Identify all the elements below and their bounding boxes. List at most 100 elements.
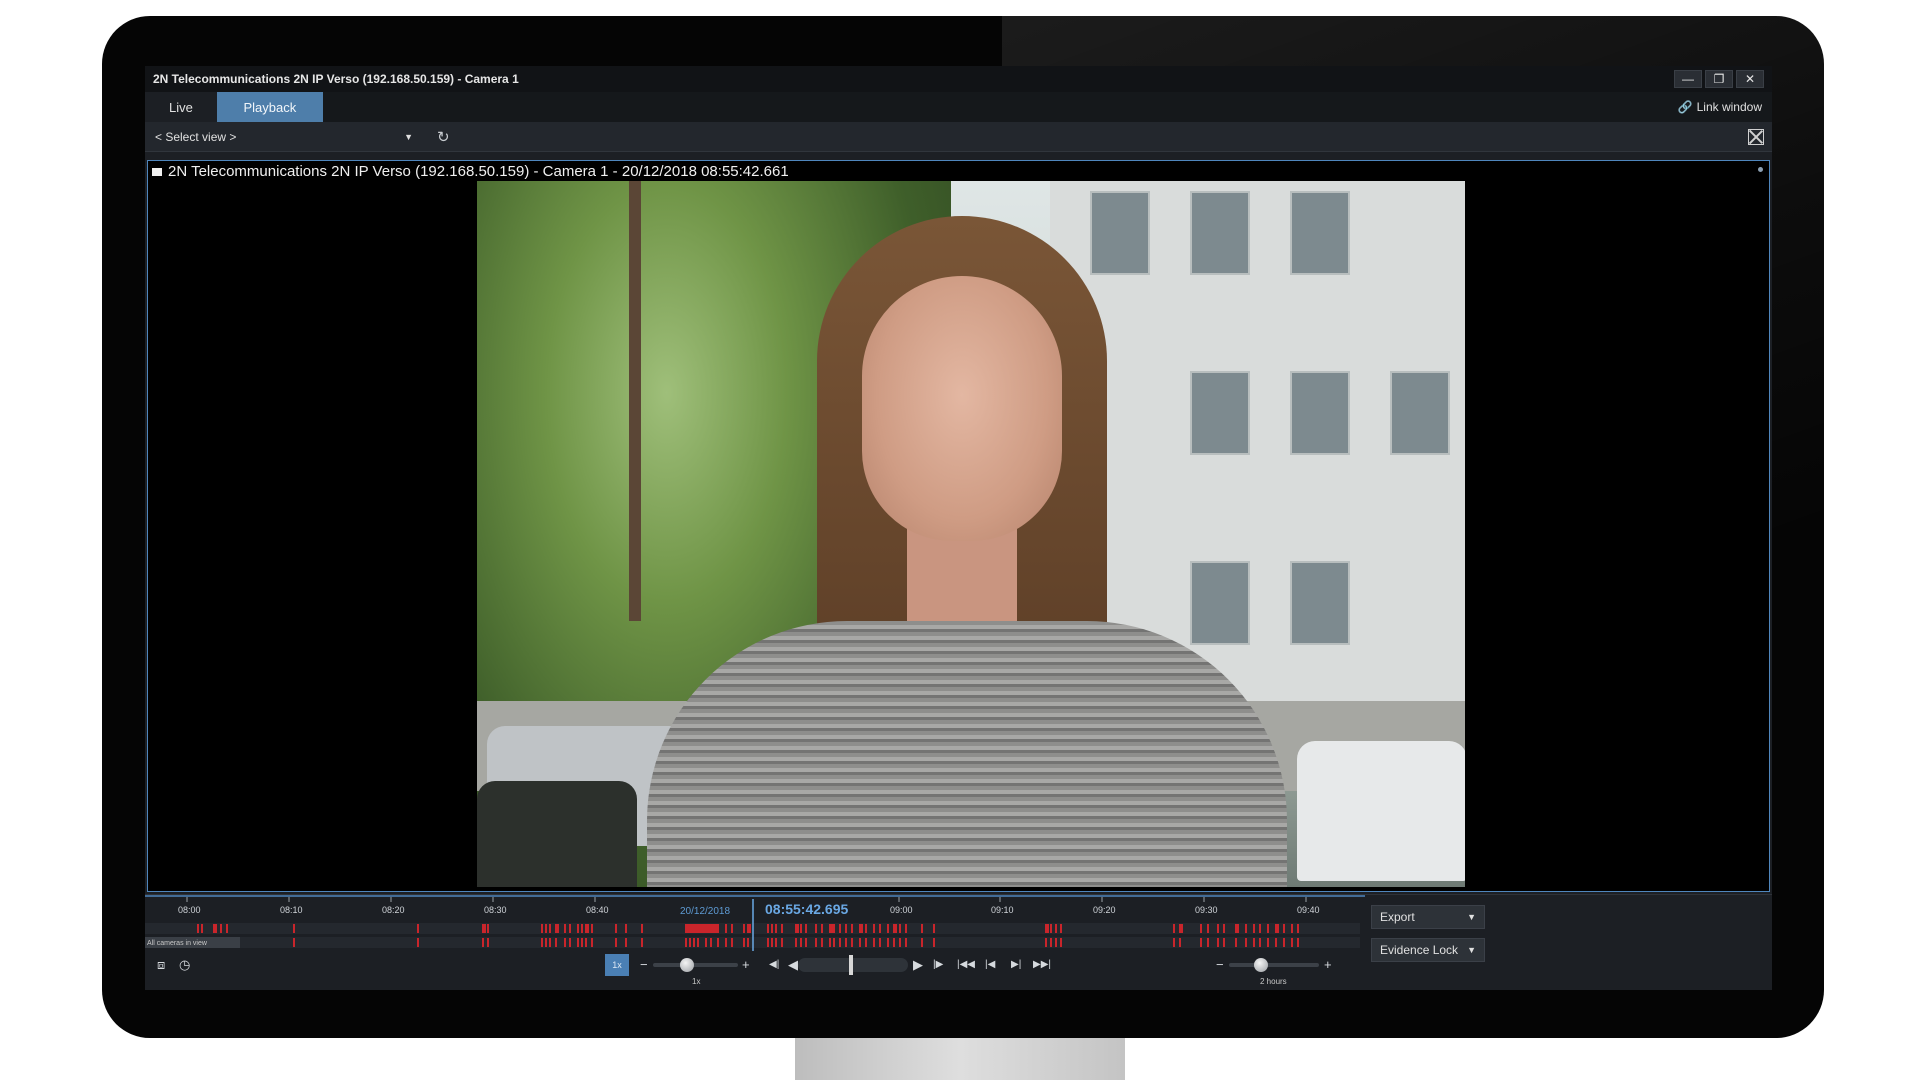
speed-slider[interactable]	[653, 963, 738, 967]
motion-event-mark	[815, 924, 817, 933]
motion-event-mark	[933, 938, 935, 947]
next-sequence-icon[interactable]: ▶▶|	[1033, 958, 1051, 972]
motion-event-mark	[800, 924, 802, 933]
step-back-icon[interactable]: ◀|	[769, 958, 779, 972]
motion-event-mark	[873, 938, 875, 947]
restore-button[interactable]: ❐	[1705, 70, 1733, 88]
zoom-slider-knob[interactable]	[1253, 958, 1268, 972]
motion-event-mark	[887, 924, 889, 933]
motion-event-mark	[781, 938, 783, 947]
timeline-tick-label: 09:30	[1195, 905, 1218, 915]
timeline-tick-label: 09:20	[1093, 905, 1116, 915]
select-view-dropdown[interactable]: < Select view > ▼	[151, 126, 417, 148]
motion-event-mark	[549, 938, 551, 947]
step-forward-icon[interactable]: |▶	[933, 958, 943, 972]
speed-slider-knob[interactable]	[680, 958, 694, 972]
motion-event-mark	[821, 924, 823, 933]
building-window	[1290, 371, 1351, 455]
motion-event-mark	[829, 938, 831, 947]
zoom-slider[interactable]	[1229, 963, 1319, 967]
building-window	[1390, 371, 1451, 455]
motion-event-mark	[879, 924, 881, 933]
motion-event-mark	[1235, 938, 1237, 947]
motion-event-mark	[805, 924, 807, 933]
fullscreen-icon[interactable]	[1748, 128, 1764, 145]
tab-bar: Live Playback 🔗 Link window	[145, 92, 1772, 122]
timeline-tick-label: 08:20	[382, 905, 405, 915]
motion-event-mark	[1245, 938, 1247, 947]
motion-event-mark	[1207, 938, 1209, 947]
link-window-button[interactable]: 🔗 Link window	[1678, 92, 1772, 122]
export-button[interactable]: Export ▼	[1371, 905, 1485, 929]
motion-event-mark	[564, 938, 566, 947]
export-frame-icon[interactable]: ⧈	[157, 958, 165, 972]
motion-event-mark	[921, 924, 923, 933]
scrub-thumb[interactable]	[849, 955, 853, 975]
motion-event-mark	[1297, 938, 1299, 947]
motion-event-mark	[710, 938, 712, 947]
scrub-control[interactable]	[798, 955, 908, 975]
timeline-tick-label: 09:40	[1297, 905, 1320, 915]
motion-event-mark	[641, 924, 643, 933]
clock-icon[interactable]: ◷	[179, 958, 190, 972]
tab-playback[interactable]: Playback	[216, 92, 323, 122]
motion-event-mark	[689, 924, 691, 933]
motion-event-mark	[417, 938, 419, 947]
video-pane[interactable]: 2N Telecommunications 2N IP Verso (192.1…	[147, 160, 1770, 892]
motion-event-mark	[625, 938, 627, 947]
motion-event-mark	[1050, 924, 1052, 933]
speed-plus-icon[interactable]: +	[742, 958, 750, 972]
motion-event-mark	[1200, 938, 1202, 947]
building-window	[1090, 191, 1151, 275]
motion-event-mark	[1055, 924, 1057, 933]
timeline-chart[interactable]: 08:00 08:10 08:20 08:30 08:40 09:00 09:10 09:20…	[145, 895, 1365, 990]
motion-event-mark	[1267, 924, 1269, 933]
zoom-minus-icon[interactable]: −	[1216, 958, 1224, 972]
motion-event-mark	[781, 924, 783, 933]
tab-live[interactable]: Live	[145, 92, 217, 122]
motion-event-mark	[220, 924, 222, 933]
motion-event-mark	[293, 938, 295, 947]
motion-event-mark	[725, 924, 727, 933]
motion-event-mark	[839, 924, 841, 933]
motion-event-mark	[743, 924, 745, 933]
motion-event-mark	[1207, 924, 1209, 933]
parked-car	[477, 781, 637, 887]
motion-event-mark	[482, 924, 486, 933]
motion-event-mark	[685, 924, 689, 933]
motion-event-mark	[833, 924, 835, 933]
tree-trunk	[629, 181, 641, 621]
building-window	[1290, 191, 1351, 275]
previous-event-icon[interactable]: |◀	[985, 958, 995, 972]
video-header-text: 2N Telecommunications 2N IP Verso (192.1…	[168, 163, 789, 180]
motion-event-mark	[697, 938, 699, 947]
motion-event-mark	[747, 938, 749, 947]
motion-event-mark	[1291, 938, 1293, 947]
motion-event-mark	[879, 938, 881, 947]
play-reverse-icon[interactable]: ◀	[788, 958, 798, 972]
motion-event-mark	[795, 924, 799, 933]
refresh-icon[interactable]: ↻	[437, 128, 450, 146]
motion-event-mark	[1259, 924, 1261, 933]
motion-event-mark	[293, 924, 295, 933]
speed-minus-icon[interactable]: −	[640, 958, 648, 972]
play-forward-icon[interactable]: ▶	[913, 958, 923, 972]
motion-event-mark	[899, 924, 901, 933]
next-event-icon[interactable]: ▶|	[1011, 958, 1021, 972]
motion-event-mark	[795, 938, 797, 947]
evidence-lock-button[interactable]: Evidence Lock ▼	[1371, 938, 1485, 962]
motion-event-mark	[641, 938, 643, 947]
previous-sequence-icon[interactable]: |◀◀	[957, 958, 975, 972]
motion-event-mark	[197, 924, 199, 933]
close-button[interactable]: ✕	[1736, 70, 1764, 88]
camera-icon	[152, 167, 162, 176]
motion-event-mark	[887, 938, 889, 947]
motion-event-mark	[865, 924, 867, 933]
motion-event-mark	[685, 938, 687, 947]
zoom-plus-icon[interactable]: +	[1324, 958, 1332, 972]
speed-badge[interactable]: 1x	[605, 954, 629, 976]
motion-event-mark	[487, 924, 489, 933]
motion-event-mark	[1297, 924, 1299, 933]
monitor-stand	[795, 1038, 1125, 1080]
minimize-button[interactable]: —	[1674, 70, 1702, 88]
